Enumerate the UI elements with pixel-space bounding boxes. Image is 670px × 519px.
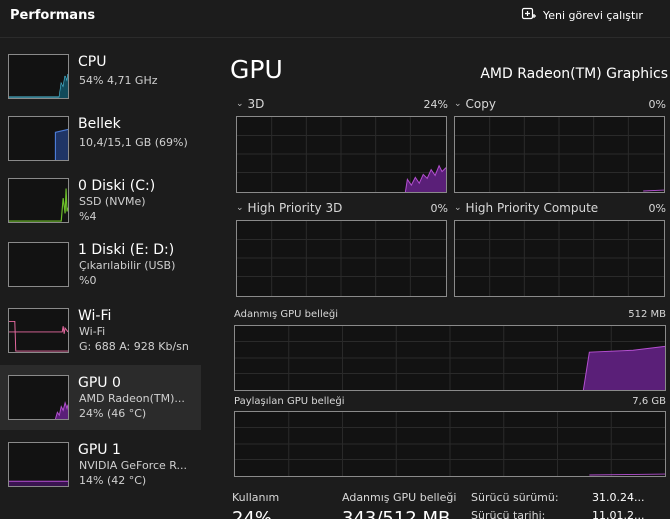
engine-selector-high-priority-compute[interactable]: ⌄ High Priority Compute (454, 201, 598, 215)
sidebar-item-gpu-1-name: GPU 1 (78, 442, 121, 458)
sidebar-item-gpu-0-usage: 24% (46 °C) (79, 407, 147, 420)
usage-label: Kullanım (232, 491, 280, 504)
sidebar-item-disk-1[interactable]: 1 Diski (E: D:) Çıkarılabilir (USB) %0 (0, 232, 201, 296)
sidebar-item-cpu-detail: 54% 4,71 GHz (79, 74, 158, 87)
cpu-thumbnail-graph (8, 54, 69, 99)
engine-3d-graph (236, 116, 447, 193)
engine-selector-copy[interactable]: ⌄ Copy (454, 97, 496, 111)
gpu-model-name: AMD Radeon(TM) Graphics (480, 66, 668, 82)
dedicated-memory-label: Adanmış GPU belleği (234, 309, 338, 320)
run-new-task-label: Yeni görevi çalıştır (543, 8, 643, 22)
sidebar-item-memory-name: Bellek (78, 116, 121, 132)
memory-thumbnail-graph (8, 116, 69, 161)
engine-selector-high-priority-3d[interactable]: ⌄ High Priority 3D (236, 201, 342, 215)
engine-copy-label: Copy (465, 97, 496, 111)
sidebar-item-wifi-name: Wi-Fi (78, 308, 112, 324)
sidebar-item-memory[interactable]: Bellek 10,4/15,1 GB (69%) (0, 106, 201, 170)
sidebar-item-gpu-1-model: NVIDIA GeForce R... (79, 459, 188, 472)
title-bar: Performans Yeni görevi çalıştır (0, 0, 670, 38)
usage-value: 24% (232, 508, 273, 519)
disk0-thumbnail-graph (8, 178, 69, 223)
sidebar-item-wifi[interactable]: Wi-Fi Wi-Fi G: 688 A: 928 Kb/sn (0, 298, 201, 362)
shared-memory-total: 7,6 GB (632, 396, 666, 407)
sidebar-item-disk-0-type: SSD (NVMe) (79, 195, 146, 208)
run-new-task-button[interactable]: Yeni görevi çalıştır (521, 5, 643, 25)
engine-high-priority-compute-percent: 0% (648, 202, 666, 215)
sidebar-item-gpu-0-model: AMD Radeon(TM)... (79, 392, 185, 405)
dedicated-usage-label: Adanmış GPU belleği (342, 491, 457, 504)
shared-memory-label: Paylaşılan GPU belleği (234, 396, 345, 407)
dedicated-usage-value: 343/512 MB (342, 508, 451, 519)
driver-date-label: Sürücü tarihi: (471, 509, 546, 519)
engine-copy-graph (454, 116, 665, 193)
engine-high-priority-compute-graph (454, 220, 665, 297)
page-title: Performans (10, 8, 96, 23)
chevron-down-icon: ⌄ (454, 99, 462, 109)
sidebar-item-disk-0-usage: %4 (79, 210, 97, 223)
sidebar-item-disk-1-name: 1 Diski (E: D:) (78, 242, 175, 258)
sidebar-item-disk-0[interactable]: 0 Diski (C:) SSD (NVMe) %4 (0, 168, 201, 232)
gpu-heading: GPU (230, 55, 283, 84)
sidebar-item-memory-detail: 10,4/15,1 GB (69%) (79, 136, 188, 149)
sidebar-item-cpu-name: CPU (78, 54, 107, 70)
sidebar-item-gpu-0-name: GPU 0 (78, 375, 121, 391)
dedicated-memory-total: 512 MB (628, 309, 666, 320)
sidebar: CPU 54% 4,71 GHz Bellek 10,4/15,1 GB (69… (0, 44, 203, 519)
engine-high-priority-3d-graph (236, 220, 447, 297)
disk1-thumbnail-graph (8, 242, 69, 287)
sidebar-item-gpu-1[interactable]: GPU 1 NVIDIA GeForce R... 14% (42 °C) (0, 432, 201, 496)
chevron-down-icon: ⌄ (454, 203, 462, 213)
gpu0-thumbnail-graph (8, 375, 69, 420)
driver-version-label: Sürücü sürümü: (471, 491, 559, 504)
add-task-icon (521, 7, 536, 20)
engine-high-priority-3d-percent: 0% (430, 202, 448, 215)
dedicated-memory-graph (234, 325, 666, 391)
engine-high-priority-3d-label: High Priority 3D (247, 201, 343, 215)
driver-version-value: 31.0.24... (592, 491, 645, 504)
wifi-thumbnail-graph (8, 308, 69, 353)
engine-high-priority-compute-label: High Priority Compute (465, 201, 599, 215)
gpu-details-panel: GPU AMD Radeon(TM) Graphics ⌄ 3D 24% ⌄ C… (203, 40, 670, 519)
engine-3d-label: 3D (247, 97, 265, 111)
sidebar-item-gpu-0[interactable]: GPU 0 AMD Radeon(TM)... 24% (46 °C) (0, 365, 201, 430)
engine-3d-percent: 24% (423, 98, 448, 111)
sidebar-item-cpu[interactable]: CPU 54% 4,71 GHz (0, 44, 201, 108)
sidebar-item-gpu-1-usage: 14% (42 °C) (79, 474, 147, 487)
sidebar-item-disk-1-type: Çıkarılabilir (USB) (79, 259, 176, 272)
sidebar-item-wifi-throughput: G: 688 A: 928 Kb/sn (79, 340, 189, 353)
sidebar-item-wifi-adapter: Wi-Fi (79, 325, 106, 338)
engine-copy-percent: 0% (648, 98, 666, 111)
sidebar-item-disk-1-usage: %0 (79, 274, 97, 287)
chevron-down-icon: ⌄ (236, 99, 244, 109)
sidebar-item-disk-0-name: 0 Diski (C:) (78, 178, 156, 194)
engine-selector-3d[interactable]: ⌄ 3D (236, 97, 264, 111)
shared-memory-graph (234, 411, 666, 477)
gpu1-thumbnail-graph (8, 442, 69, 487)
chevron-down-icon: ⌄ (236, 203, 244, 213)
driver-date-value: 11.01.2... (592, 509, 645, 519)
